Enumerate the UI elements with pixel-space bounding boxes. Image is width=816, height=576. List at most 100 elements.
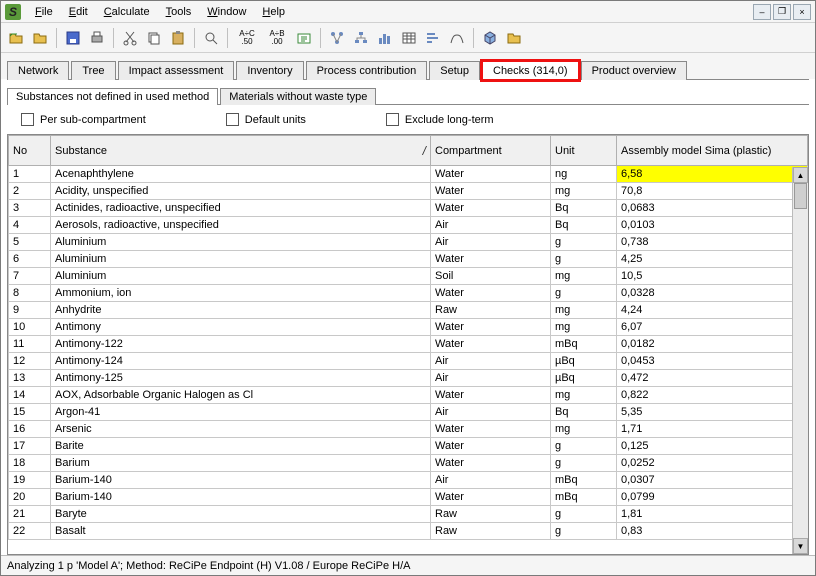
menu-window[interactable]: Window bbox=[199, 4, 254, 20]
cell-unit: µBq bbox=[551, 353, 617, 370]
network-icon[interactable] bbox=[326, 27, 348, 49]
close-button[interactable]: × bbox=[793, 4, 811, 20]
cell-compartment: Water bbox=[431, 166, 551, 183]
table-row[interactable]: 8Ammonium, ionWaterg0,0328 bbox=[9, 285, 808, 302]
table-row[interactable]: 13Antimony-125AirµBq0,472 bbox=[9, 370, 808, 387]
sort-indicator-icon: / bbox=[423, 144, 426, 158]
table-row[interactable]: 16ArsenicWatermg1,71 bbox=[9, 421, 808, 438]
col-unit[interactable]: Unit bbox=[551, 136, 617, 166]
cell-substance: Aluminium bbox=[51, 234, 431, 251]
cell-unit: mBq bbox=[551, 336, 617, 353]
cell-no: 4 bbox=[9, 217, 51, 234]
table-row[interactable]: 1AcenaphthyleneWaterng6,58 bbox=[9, 166, 808, 183]
cell-unit: mg bbox=[551, 183, 617, 200]
minimize-button[interactable]: – bbox=[753, 4, 771, 20]
tab-process[interactable]: Process contribution bbox=[306, 61, 428, 80]
cell-no: 14 bbox=[9, 387, 51, 404]
cell-value: 0,738 bbox=[617, 234, 808, 251]
table-row[interactable]: 10AntimonyWatermg6,07 bbox=[9, 319, 808, 336]
save-icon[interactable] bbox=[62, 27, 84, 49]
cell-value: 4,25 bbox=[617, 251, 808, 268]
tab-checks[interactable]: Checks (314,0) bbox=[482, 61, 579, 80]
table-row[interactable]: 21BaryteRawg1,81 bbox=[9, 506, 808, 523]
tab-network[interactable]: Network bbox=[7, 61, 69, 80]
col-compartment[interactable]: Compartment bbox=[431, 136, 551, 166]
tab-impact[interactable]: Impact assessment bbox=[118, 61, 235, 80]
cell-value: 0,0453 bbox=[617, 353, 808, 370]
col-no[interactable]: No bbox=[9, 136, 51, 166]
table-row[interactable]: 11Antimony-122WatermBq0,0182 bbox=[9, 336, 808, 353]
print-icon[interactable] bbox=[86, 27, 108, 49]
table-row[interactable]: 9AnhydriteRawmg4,24 bbox=[9, 302, 808, 319]
cell-substance: Barite bbox=[51, 438, 431, 455]
cell-unit: ng bbox=[551, 166, 617, 183]
menu-file[interactable]: FFileile bbox=[27, 4, 61, 20]
cell-compartment: Water bbox=[431, 455, 551, 472]
table-row[interactable]: 20Barium-140WatermBq0,0799 bbox=[9, 489, 808, 506]
table-icon[interactable] bbox=[398, 27, 420, 49]
table-row[interactable]: 12Antimony-124AirµBq0,0453 bbox=[9, 353, 808, 370]
zoom-icon[interactable] bbox=[200, 27, 222, 49]
table-row[interactable]: 3Actinides, radioactive, unspecifiedWate… bbox=[9, 200, 808, 217]
subtab-materials[interactable]: Materials without waste type bbox=[220, 88, 376, 105]
paste-icon[interactable] bbox=[167, 27, 189, 49]
cell-compartment: Water bbox=[431, 421, 551, 438]
bar-chart-icon[interactable] bbox=[374, 27, 396, 49]
table-row[interactable]: 22BasaltRawg0,83 bbox=[9, 523, 808, 540]
hbar-chart-icon[interactable] bbox=[422, 27, 444, 49]
cell-value: 1,81 bbox=[617, 506, 808, 523]
checkbox-default-units[interactable]: Default units bbox=[226, 113, 306, 126]
ab00-button[interactable]: A÷B .00 bbox=[263, 27, 291, 49]
table-row[interactable]: 6AluminiumWaterg4,25 bbox=[9, 251, 808, 268]
cell-substance: Basalt bbox=[51, 523, 431, 540]
menu-edit[interactable]: Edit bbox=[61, 4, 96, 20]
cell-unit: g bbox=[551, 506, 617, 523]
cell-compartment: Water bbox=[431, 319, 551, 336]
folder-icon[interactable] bbox=[29, 27, 51, 49]
cell-compartment: Water bbox=[431, 387, 551, 404]
cell-unit: Bq bbox=[551, 217, 617, 234]
table-row[interactable]: 19Barium-140AirmBq0,0307 bbox=[9, 472, 808, 489]
vertical-scrollbar[interactable]: ▲ ▼ bbox=[792, 167, 808, 554]
table-row[interactable]: 7AluminiumSoilmg10,5 bbox=[9, 268, 808, 285]
table-row[interactable]: 15Argon-41AirBq5,35 bbox=[9, 404, 808, 421]
tab-tree[interactable]: Tree bbox=[71, 61, 115, 80]
cell-no: 20 bbox=[9, 489, 51, 506]
restore-button[interactable]: ❐ bbox=[773, 4, 791, 20]
tree-icon[interactable] bbox=[350, 27, 372, 49]
menu-help[interactable]: Help bbox=[254, 4, 293, 20]
cut-icon[interactable] bbox=[119, 27, 141, 49]
menu-bar: S FFileile Edit Calculate Tools Window H… bbox=[1, 1, 815, 23]
export-icon[interactable] bbox=[293, 27, 315, 49]
checkbox-exclude-long[interactable]: Exclude long-term bbox=[386, 113, 494, 126]
subtab-substances[interactable]: Substances not defined in used method bbox=[7, 88, 218, 105]
menu-tools[interactable]: Tools bbox=[158, 4, 200, 20]
cell-unit: mg bbox=[551, 421, 617, 438]
copy-icon[interactable] bbox=[143, 27, 165, 49]
table-row[interactable]: 4Aerosols, radioactive, unspecifiedAirBq… bbox=[9, 217, 808, 234]
menu-calculate[interactable]: Calculate bbox=[96, 4, 158, 20]
cube-icon[interactable] bbox=[479, 27, 501, 49]
tab-setup[interactable]: Setup bbox=[429, 61, 480, 80]
distribution-icon[interactable] bbox=[446, 27, 468, 49]
checkbox-per-sub[interactable]: Per sub-compartment bbox=[21, 113, 146, 126]
col-model[interactable]: Assembly model Sima (plastic) bbox=[617, 136, 808, 166]
col-substance[interactable]: Substance/ bbox=[51, 136, 431, 166]
cell-compartment: Air bbox=[431, 370, 551, 387]
folder2-icon[interactable] bbox=[503, 27, 525, 49]
scroll-up-button[interactable]: ▲ bbox=[793, 167, 808, 183]
cell-compartment: Raw bbox=[431, 506, 551, 523]
ac50-button[interactable]: A÷C .50 bbox=[233, 27, 261, 49]
table-row[interactable]: 14AOX, Adsorbable Organic Halogen as ClW… bbox=[9, 387, 808, 404]
tab-overview[interactable]: Product overview bbox=[581, 61, 687, 80]
table-row[interactable]: 18BariumWaterg0,0252 bbox=[9, 455, 808, 472]
table-row[interactable]: 17BariteWaterg0,125 bbox=[9, 438, 808, 455]
scroll-down-button[interactable]: ▼ bbox=[793, 538, 808, 554]
cell-unit: Bq bbox=[551, 404, 617, 421]
tab-inventory[interactable]: Inventory bbox=[236, 61, 303, 80]
table-row[interactable]: 2Acidity, unspecifiedWatermg70,8 bbox=[9, 183, 808, 200]
table-row[interactable]: 5AluminiumAirg0,738 bbox=[9, 234, 808, 251]
open-icon[interactable] bbox=[5, 27, 27, 49]
scroll-thumb[interactable] bbox=[794, 183, 807, 209]
cell-substance: Antimony-124 bbox=[51, 353, 431, 370]
